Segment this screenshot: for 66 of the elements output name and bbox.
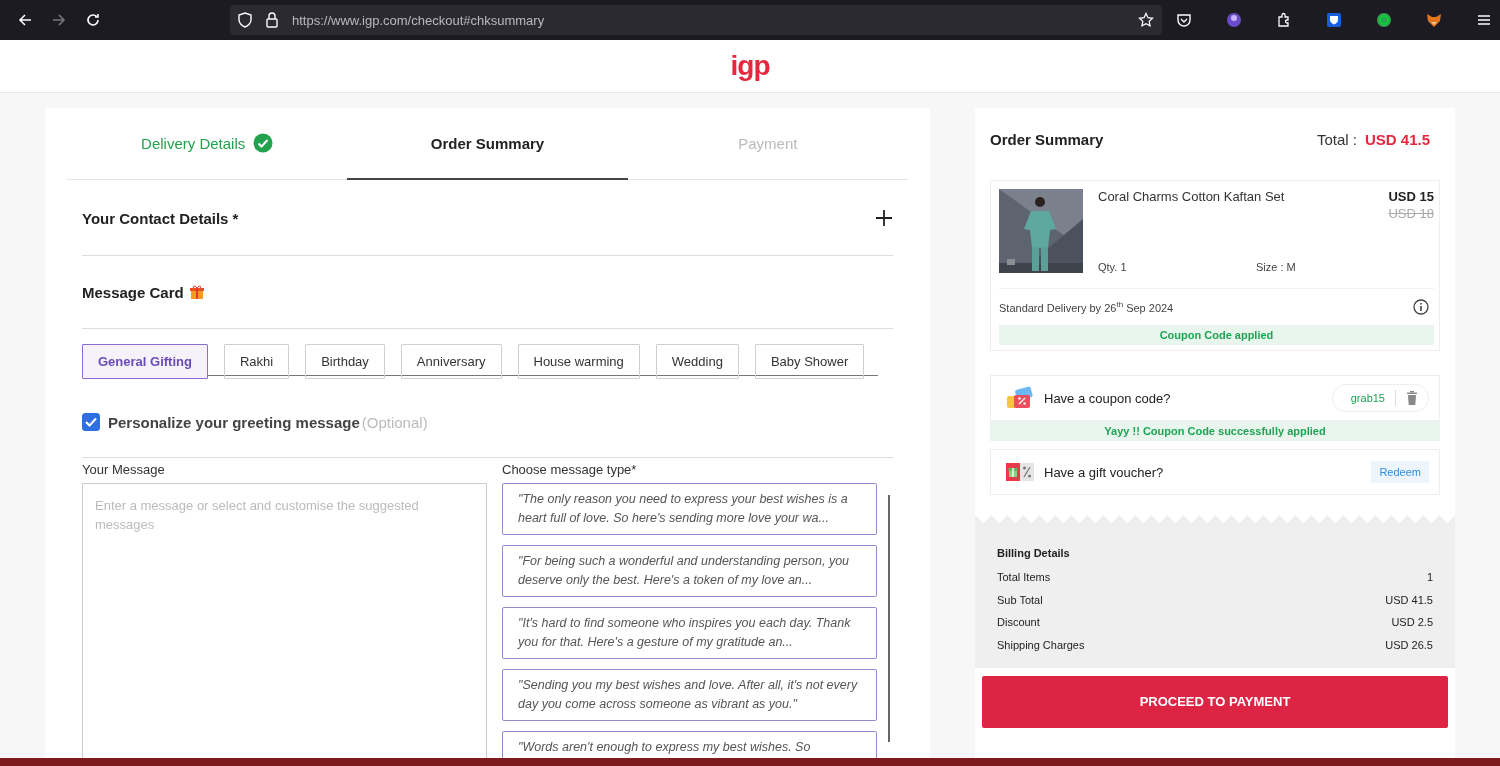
- puzzle-icon[interactable]: [1276, 12, 1292, 28]
- billing-value: USD 26.5: [1385, 639, 1433, 654]
- occasion-tab[interactable]: Baby Shower: [754, 344, 865, 379]
- info-icon[interactable]: [1413, 299, 1429, 315]
- occasion-tab[interactable]: Anniversary: [400, 344, 502, 379]
- message-option[interactable]: "For being such a wonderful and understanding person, you deserve only the best. Here's a token of my love an...: [502, 545, 877, 597]
- message-option[interactable]: "Sending you my best wishes and love. After all, it's not every day you come across someone as vibrant as you.": [502, 669, 877, 721]
- checkbox-label: Personalize your greeting message: [108, 413, 360, 431]
- trash-icon[interactable]: [1406, 391, 1418, 405]
- forward-icon[interactable]: [51, 12, 67, 28]
- message-option[interactable]: "It's hard to find someone who inspires you each day. Thank you for that. Here's a gesture of my gratitude an...: [502, 607, 877, 659]
- field-label: Choose message type*: [502, 462, 638, 477]
- total-amount: USD 41.5: [1364, 130, 1430, 148]
- occasion-tab[interactable]: Birthday: [305, 344, 385, 379]
- checkbox[interactable]: [82, 413, 100, 431]
- total-label: Total :: [1316, 130, 1357, 148]
- pocket-icon[interactable]: [1176, 12, 1192, 28]
- billing-value: USD 2.5: [1391, 616, 1433, 631]
- billing-label: Total Items: [997, 571, 1051, 585]
- gift-icon: [189, 284, 204, 300]
- optional-hint: (Optional): [361, 413, 428, 431]
- occasion-tab[interactable]: House warming: [517, 344, 640, 379]
- size: Size : M: [1256, 261, 1296, 273]
- logo[interactable]: igp: [730, 50, 770, 82]
- shield-icon[interactable]: [238, 12, 252, 28]
- star-icon[interactable]: [1138, 12, 1154, 28]
- old-price: USD 18: [1388, 206, 1434, 221]
- occasion-tab[interactable]: Wedding: [655, 344, 739, 379]
- billing-title: Billing Details: [997, 547, 1071, 559]
- voucher-prompt: Have a gift voucher?: [1044, 464, 1164, 480]
- billing-label: Sub Total: [997, 593, 1043, 608]
- billing-value: USD 41.5: [1385, 593, 1433, 608]
- product-name: Coral Charms Cotton Kaftan Set: [1098, 189, 1286, 204]
- occasion-tab[interactable]: General Gifting: [82, 344, 208, 379]
- panel-title: Order Summary: [990, 130, 1104, 148]
- message-option[interactable]: "The only reason you need to express your best wishes is a heart full of love. So here's sending more love your wa...: [502, 483, 877, 535]
- lock-icon[interactable]: [266, 12, 278, 28]
- shield-icon[interactable]: [1326, 12, 1342, 28]
- billing-label: Discount: [997, 616, 1040, 631]
- occasion-tab[interactable]: Rakhi: [223, 344, 290, 379]
- circle-icon[interactable]: [1376, 12, 1392, 28]
- plus-icon[interactable]: [875, 209, 893, 227]
- delivery-date: Standard Delivery by 26$^{th}$ Sep 2024: [999, 300, 1174, 314]
- voucher-icon: [1006, 463, 1034, 481]
- coupon-code: grab15: [1350, 392, 1385, 404]
- coupon-status: Coupon Code applied: [999, 325, 1434, 345]
- field-label: Your Message: [82, 462, 166, 477]
- billing-label: Shipping Charges: [997, 639, 1085, 654]
- proceed-button[interactable]: PROCEED TO PAYMENT: [982, 675, 1448, 728]
- check-circle-icon: [253, 133, 274, 153]
- success-message: Yayy !! Coupon Code successfully applied: [990, 421, 1440, 441]
- reload-icon[interactable]: [85, 12, 101, 28]
- section-title: Your Contact Details *: [82, 209, 239, 227]
- billing-value: 1: [1426, 571, 1433, 585]
- fox-icon[interactable]: [1426, 12, 1442, 28]
- coupon-icon: [1006, 386, 1034, 410]
- section-title: Message Card: [82, 283, 184, 301]
- menu-icon[interactable]: [1476, 12, 1492, 28]
- price: USD 15: [1388, 189, 1434, 204]
- avatar-icon[interactable]: [1226, 12, 1242, 28]
- coupon-prompt: Have a coupon code?: [1044, 390, 1171, 406]
- step-tab[interactable]: Order Summary: [347, 108, 628, 180]
- message-field[interactable]: Enter a message or select and customise the suggested messages: [82, 483, 487, 758]
- quantity: Qty. 1: [1098, 261, 1128, 273]
- back-icon[interactable]: [17, 12, 33, 28]
- scrollbar[interactable]: [888, 495, 890, 742]
